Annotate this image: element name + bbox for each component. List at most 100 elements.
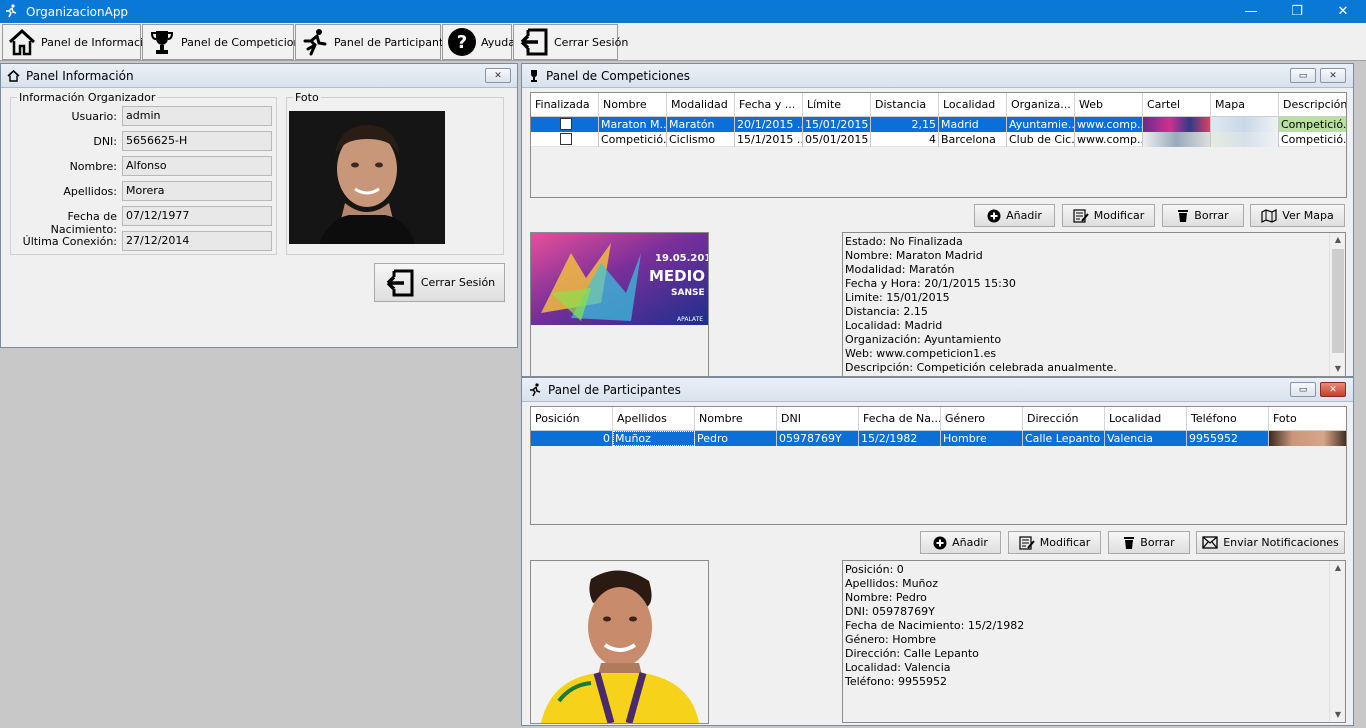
maximize-icon: ▭ [1298,384,1308,395]
participants-table[interactable]: Posición Apellidos Nombre DNI Fecha de N… [530,406,1347,525]
toolbar-info-button[interactable]: Panel de Información [2,24,157,60]
col-mapa[interactable]: Mapa [1211,93,1279,117]
organizer-photo [289,111,445,244]
competition-detail-line: Modalidad: Maratón [845,263,955,276]
finalizada-checkbox[interactable] [559,133,572,145]
map-thumbnail [1211,117,1279,132]
finalizada-checkbox[interactable] [559,118,572,130]
map-thumbnail [1211,132,1279,147]
runner-icon [530,382,541,396]
col-organizador[interactable]: Organiza... [1007,93,1075,117]
competitions-panel-header[interactable]: Panel de Competiciones [522,64,1353,88]
window-titlebar: OrganizacionApp — ❐ ✕ [0,0,1366,23]
last-login-label: Última Conexión: [22,235,117,248]
col-distancia[interactable]: Distancia [871,93,939,117]
birthdate-field[interactable]: 07/12/1977 [122,206,272,226]
restore-button[interactable]: ❐ [1274,0,1320,23]
plus-circle-icon [933,536,947,549]
col-finalizada[interactable]: Finalizada [531,93,599,117]
col-nombre[interactable]: Nombre [695,407,777,431]
competition-poster-frame: 19.05.2013 MEDIO MA SANSE APALATE [530,232,709,377]
toolbar-competitions-button[interactable]: Panel de Competiciones [142,24,313,60]
col-apellidos[interactable]: Apellidos [613,407,695,431]
competition-poster-image: 19.05.2013 MEDIO MA SANSE APALATE [531,233,708,325]
table-row[interactable]: Maraton M... Maratón 20/1/2015 ... 15/01… [531,117,1346,132]
toolbar-logout-button[interactable]: Cerrar Sesión [513,24,628,60]
scroll-up-icon[interactable]: ▲ [1330,233,1345,247]
envelope-icon [1202,536,1218,549]
participant-modify-button[interactable]: Modificar [1008,531,1101,554]
col-cartel[interactable]: Cartel [1143,93,1211,117]
edit-icon [1073,208,1089,223]
dni-field[interactable]: 5656625-H [122,131,272,151]
participant-detail-line: DNI: 05978769Y [845,605,935,618]
surname-field[interactable]: Morera [122,181,272,201]
username-field[interactable]: admin [122,106,272,126]
poster-footer: APALATE [677,316,703,323]
participant-add-button[interactable]: Añadir [920,531,1001,554]
info-panel-close-button[interactable]: ✕ [485,68,511,83]
participants-panel-header[interactable]: Panel de Participantes [522,378,1353,402]
map-icon [1261,208,1277,223]
col-fecha-nacimiento[interactable]: Fecha de Na... [859,407,941,431]
username-label: Usuario: [71,110,117,123]
name-field[interactable]: Alfonso [122,156,272,176]
participants-panel-title: Panel de Participantes [548,382,681,397]
competition-detail-line: Descripción: Competición celebrada anual… [845,361,1117,374]
minimize-button[interactable]: — [1228,0,1274,23]
trophy-icon [150,31,174,54]
competition-details-text[interactable]: Estado: No Finalizada Nombre: Maraton Ma… [842,232,1346,377]
col-localidad[interactable]: Localidad [1105,407,1187,431]
col-foto[interactable]: Foto [1269,407,1346,431]
scroll-down-icon[interactable]: ▼ [1330,362,1345,376]
trophy-icon [531,70,537,82]
col-fecha[interactable]: Fecha y ... [735,93,803,117]
competition-modify-button[interactable]: Modificar [1062,204,1155,227]
col-web[interactable]: Web [1075,93,1143,117]
competition-map-button[interactable]: Ver Mapa [1250,204,1345,227]
col-posicion[interactable]: Posición [531,407,613,431]
participants-panel-maximize-button[interactable]: ▭ [1290,382,1316,397]
competition-details-scrollbar[interactable]: ▲ ▼ [1329,233,1345,376]
scroll-thumb[interactable] [1332,249,1344,353]
competitions-panel-close-button[interactable]: ✕ [1320,68,1346,83]
send-notifications-button[interactable]: Enviar Notificaciones [1196,531,1345,554]
close-window-button[interactable]: ✕ [1320,0,1366,23]
info-panel-header[interactable]: Panel Información [1,64,517,88]
participants-panel-close-button[interactable]: ✕ [1320,382,1346,397]
col-limite[interactable]: Límite [803,93,871,117]
window-title: OrganizacionApp [26,4,129,19]
col-nombre[interactable]: Nombre [599,93,667,117]
col-dni[interactable]: DNI [777,407,859,431]
competitions-panel-title: Panel de Competiciones [546,68,690,83]
help-icon: ? [448,28,476,56]
home-icon [8,28,36,56]
col-direccion[interactable]: Dirección [1023,407,1105,431]
competition-detail-line: Estado: No Finalizada [845,235,963,248]
col-telefono[interactable]: Teléfono [1187,407,1269,431]
competition-add-button[interactable]: Añadir [974,204,1055,227]
col-modalidad[interactable]: Modalidad [667,93,735,117]
participant-details-scrollbar[interactable]: ▲ ▼ [1329,561,1345,722]
col-genero[interactable]: Género [941,407,1023,431]
scroll-up-icon[interactable]: ▲ [1330,561,1345,575]
main-toolbar: Panel de Información Panel de Competicio… [0,23,1366,61]
col-descripcion[interactable]: Descripción [1279,93,1346,117]
scroll-down-icon[interactable]: ▼ [1330,708,1345,722]
competitions-panel-maximize-button[interactable]: ▭ [1290,68,1316,83]
col-localidad[interactable]: Localidad [939,93,1007,117]
competitions-table[interactable]: Finalizada Nombre Modalidad Fecha y ... … [530,92,1347,198]
table-row[interactable]: Competició... Ciclismo 15/1/2015 ... 05/… [531,132,1346,147]
participant-delete-button[interactable]: Borrar [1108,531,1190,554]
competition-delete-button[interactable]: Borrar [1162,204,1244,227]
info-logout-button[interactable]: Cerrar Sesión [374,263,505,302]
participant-details-text[interactable]: Posición: 0 Apellidos: Muñoz Nombre: Ped… [842,560,1346,723]
table-row[interactable]: 0 Muñoz Pedro 05978769Y 15/2/1982 Hombre… [531,431,1346,446]
toolbar-participants-button[interactable]: Panel de Participantes [295,24,456,60]
competitions-table-header: Finalizada Nombre Modalidad Fecha y ... … [531,93,1346,117]
logout-icon [386,269,414,296]
trash-icon [1178,209,1189,222]
poster-thumbnail [1143,132,1211,147]
toolbar-help-button[interactable]: ? Ayuda [442,24,515,60]
last-login-field[interactable]: 27/12/2014 [122,231,272,251]
